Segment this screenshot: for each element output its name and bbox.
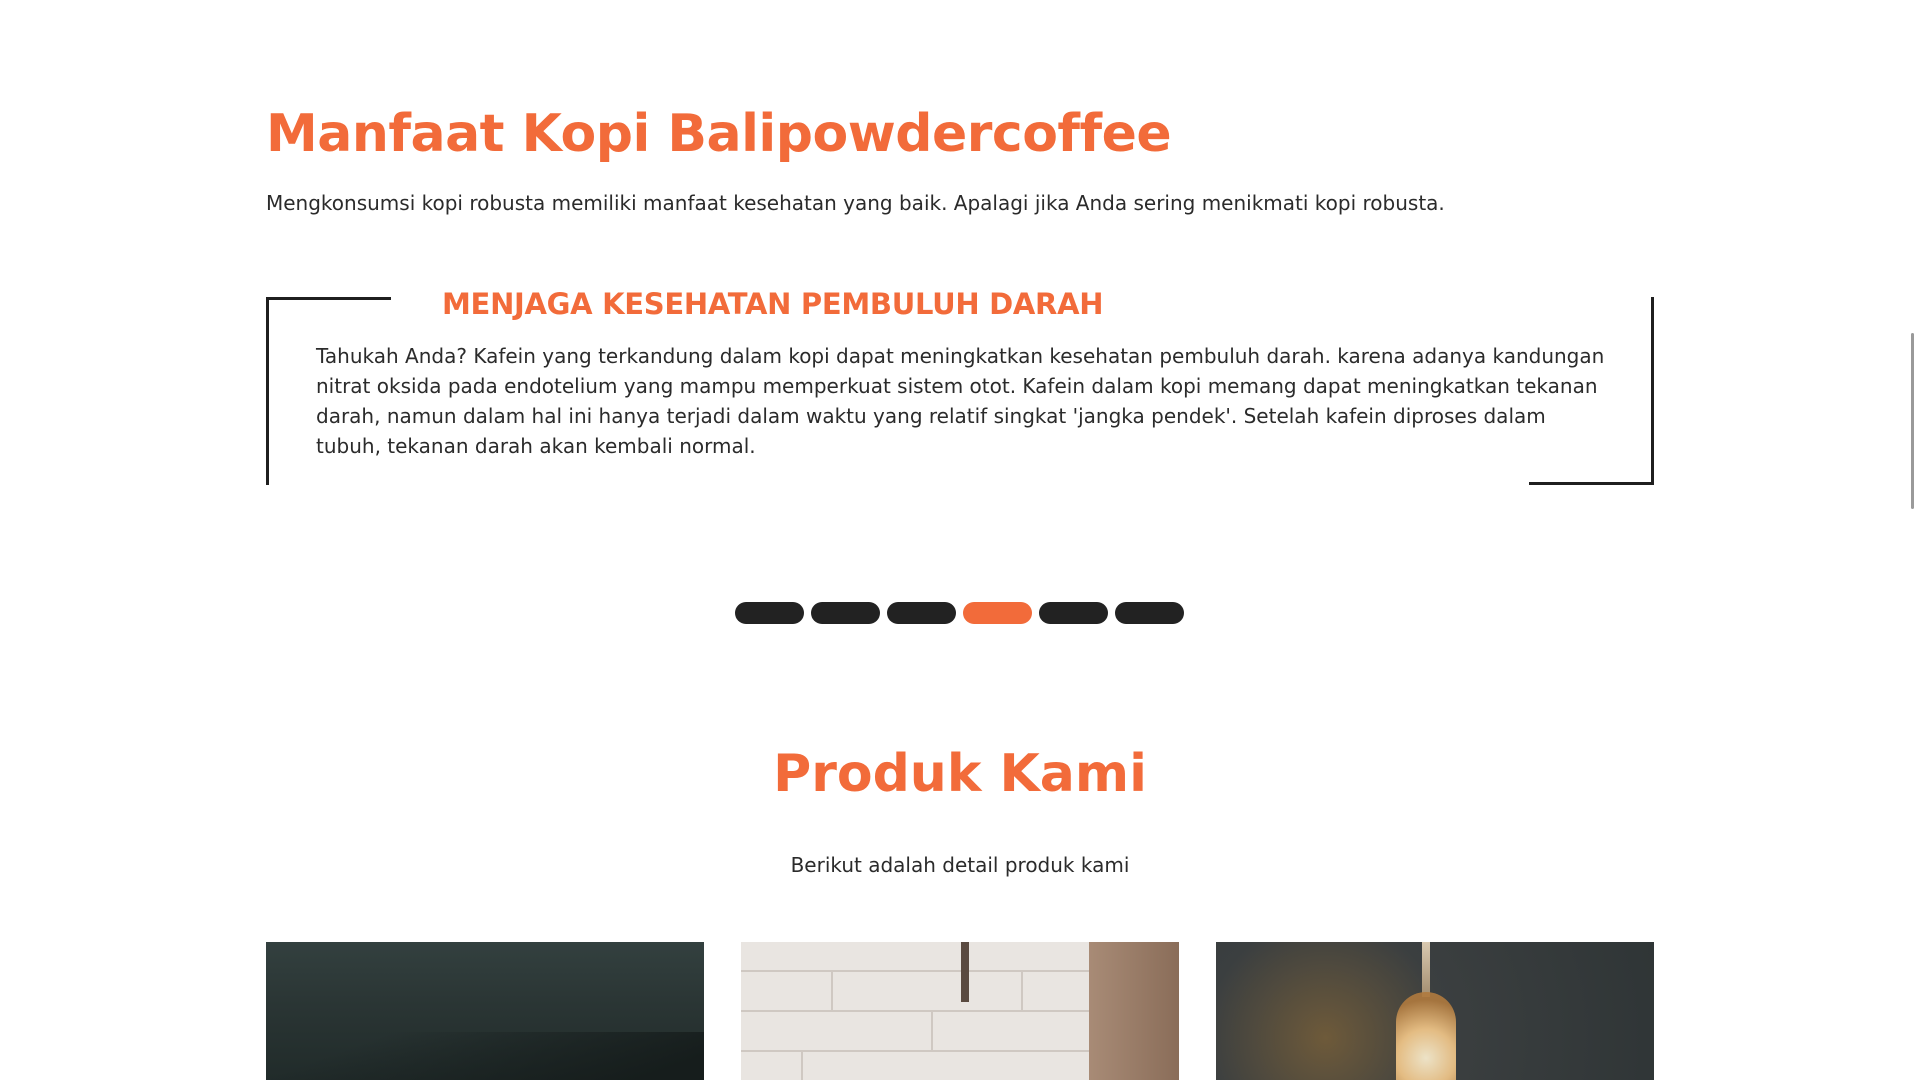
slide-heading: MENJAGA KESEHATAN PEMBULUH DARAH [442,287,1104,321]
pagination-dot-4[interactable] [963,602,1032,624]
pagination-dot-5[interactable] [1039,602,1108,624]
slide-text: Tahukah Anda? Kafein yang terkandung dal… [316,344,1605,458]
benefit-slide: MENJAGA KESEHATAN PEMBULUH DARAH Tahukah… [266,287,1654,485]
brick-line [741,970,1101,972]
slider-pagination [735,602,1184,624]
hanger-hook [961,942,969,1002]
pagination-dot-1[interactable] [735,602,804,624]
bracket-bottom-border [1529,482,1654,485]
brick-joint [831,970,833,1010]
brick-joint [801,1050,803,1080]
products-subtitle: Berikut adalah detail produk kami [790,853,1130,877]
bracket-right-border [1651,297,1654,485]
pagination-dot-6[interactable] [1115,602,1184,624]
benefits-intro: Mengkonsumsi kopi robusta memiliki manfa… [266,191,1445,215]
scrollbar-thumb[interactable] [1911,333,1914,509]
product-card-image-1[interactable] [266,942,704,1080]
brick-joint [1021,970,1023,1010]
bracket-left-border [266,297,269,485]
pagination-dot-3[interactable] [887,602,956,624]
brick-line [741,1050,1101,1052]
brick-joint [931,1010,933,1050]
bracket-top-border [266,297,391,300]
brick-line [741,1010,1101,1012]
lamp-bulb [1396,992,1456,1080]
page: Manfaat Kopi Balipowdercoffee Mengkonsum… [0,0,1920,1080]
product-card-image-2[interactable] [741,942,1179,1080]
products-title: Produk Kami [773,744,1147,804]
wood-panel [1089,942,1179,1080]
product-image-shade [266,1032,704,1080]
lamp-cord [1422,942,1430,997]
pagination-dot-2[interactable] [811,602,880,624]
product-card-image-3[interactable] [1216,942,1654,1080]
benefits-title: Manfaat Kopi Balipowdercoffee [266,104,1172,164]
